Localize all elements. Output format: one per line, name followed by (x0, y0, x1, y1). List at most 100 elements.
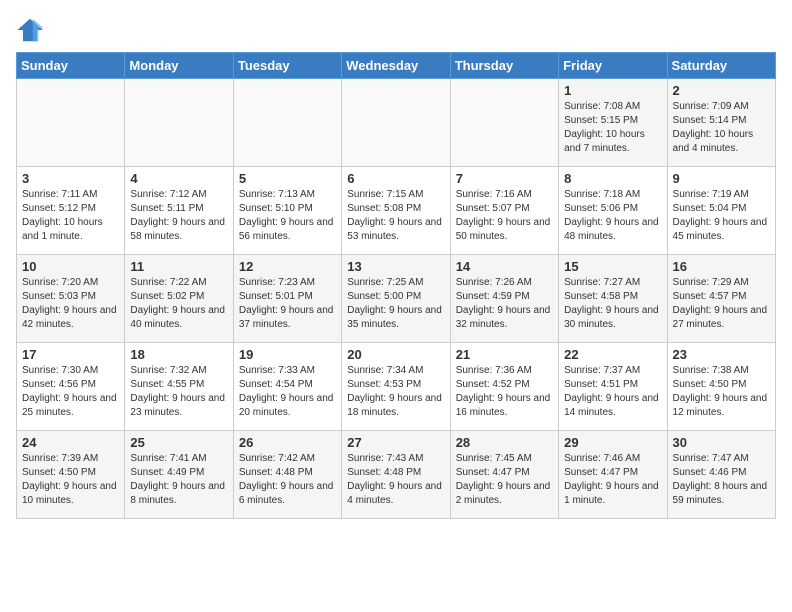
day-info: Sunrise: 7:39 AM Sunset: 4:50 PM Dayligh… (22, 452, 119, 508)
day-info: Sunrise: 7:43 AM Sunset: 4:48 PM Dayligh… (347, 452, 444, 508)
day-cell: 5 Sunrise: 7:13 AM Sunset: 5:10 PM Daylig… (233, 167, 341, 255)
day-cell (233, 79, 341, 167)
header-tuesday: Tuesday (233, 53, 341, 79)
day-info: Sunrise: 7:23 AM Sunset: 5:01 PM Dayligh… (239, 276, 336, 332)
day-cell: 6 Sunrise: 7:15 AM Sunset: 5:08 PM Daylig… (342, 167, 450, 255)
day-info: Sunrise: 7:45 AM Sunset: 4:47 PM Dayligh… (456, 452, 553, 508)
day-info: Sunrise: 7:13 AM Sunset: 5:10 PM Dayligh… (239, 188, 336, 244)
day-number: 4 (130, 171, 227, 186)
day-number: 1 (564, 83, 661, 98)
day-number: 28 (456, 435, 553, 450)
day-cell (342, 79, 450, 167)
day-info: Sunrise: 7:46 AM Sunset: 4:47 PM Dayligh… (564, 452, 661, 508)
day-cell: 28 Sunrise: 7:45 AM Sunset: 4:47 PM Dayli… (450, 431, 558, 519)
day-cell: 7 Sunrise: 7:16 AM Sunset: 5:07 PM Daylig… (450, 167, 558, 255)
day-cell: 25 Sunrise: 7:41 AM Sunset: 4:49 PM Dayli… (125, 431, 233, 519)
day-number: 20 (347, 347, 444, 362)
day-number: 27 (347, 435, 444, 450)
day-number: 25 (130, 435, 227, 450)
day-number: 10 (22, 259, 119, 274)
week-row-3: 10 Sunrise: 7:20 AM Sunset: 5:03 PM Dayli… (17, 255, 776, 343)
day-cell: 12 Sunrise: 7:23 AM Sunset: 5:01 PM Dayli… (233, 255, 341, 343)
day-cell: 13 Sunrise: 7:25 AM Sunset: 5:00 PM Dayli… (342, 255, 450, 343)
day-cell: 17Sunrise: 7:30 AM Sunset: 4:56 PM Dayli… (17, 343, 125, 431)
day-number: 7 (456, 171, 553, 186)
day-number: 6 (347, 171, 444, 186)
day-cell: 15 Sunrise: 7:27 AM Sunset: 4:58 PM Dayli… (559, 255, 667, 343)
day-info: Sunrise: 7:16 AM Sunset: 5:07 PM Dayligh… (456, 188, 553, 244)
header-sunday: Sunday (17, 53, 125, 79)
day-number: 24 (22, 435, 119, 450)
day-cell: 14 Sunrise: 7:26 AM Sunset: 4:59 PM Dayli… (450, 255, 558, 343)
day-number: 30 (673, 435, 770, 450)
day-number: 22 (564, 347, 661, 362)
day-info: Sunrise: 7:12 AM Sunset: 5:11 PM Dayligh… (130, 188, 227, 244)
day-cell: 26 Sunrise: 7:42 AM Sunset: 4:48 PM Dayli… (233, 431, 341, 519)
day-info: Sunrise: 7:33 AM Sunset: 4:54 PM Dayligh… (239, 364, 336, 420)
day-info: Sunrise: 7:11 AM Sunset: 5:12 PM Dayligh… (22, 188, 119, 244)
day-info: Sunrise: 7:41 AM Sunset: 4:49 PM Dayligh… (130, 452, 227, 508)
day-info: Sunrise: 7:26 AM Sunset: 4:59 PM Dayligh… (456, 276, 553, 332)
day-cell: 23Sunrise: 7:38 AM Sunset: 4:50 PM Dayli… (667, 343, 775, 431)
day-info: Sunrise: 7:22 AM Sunset: 5:02 PM Dayligh… (130, 276, 227, 332)
day-info: Sunrise: 7:09 AM Sunset: 5:14 PM Dayligh… (673, 100, 770, 156)
day-number: 9 (673, 171, 770, 186)
day-cell (125, 79, 233, 167)
day-cell: 9 Sunrise: 7:19 AM Sunset: 5:04 PM Daylig… (667, 167, 775, 255)
day-number: 14 (456, 259, 553, 274)
day-cell: 18 Sunrise: 7:32 AM Sunset: 4:55 PM Dayli… (125, 343, 233, 431)
day-cell: 11 Sunrise: 7:22 AM Sunset: 5:02 PM Dayli… (125, 255, 233, 343)
day-number: 18 (130, 347, 227, 362)
day-cell (450, 79, 558, 167)
day-info: Sunrise: 7:42 AM Sunset: 4:48 PM Dayligh… (239, 452, 336, 508)
day-number: 2 (673, 83, 770, 98)
day-number: 23 (673, 347, 770, 362)
day-cell: 30 Sunrise: 7:47 AM Sunset: 4:46 PM Dayli… (667, 431, 775, 519)
day-info: Sunrise: 7:37 AM Sunset: 4:51 PM Dayligh… (564, 364, 661, 420)
day-number: 12 (239, 259, 336, 274)
day-cell: 21 Sunrise: 7:36 AM Sunset: 4:52 PM Dayli… (450, 343, 558, 431)
logo (16, 16, 50, 44)
day-number: 3 (22, 171, 119, 186)
calendar-body: 1 Sunrise: 7:08 AM Sunset: 5:15 PM Daylig… (17, 79, 776, 519)
day-info: Sunrise: 7:25 AM Sunset: 5:00 PM Dayligh… (347, 276, 444, 332)
day-cell: 29 Sunrise: 7:46 AM Sunset: 4:47 PM Dayli… (559, 431, 667, 519)
day-cell: 2 Sunrise: 7:09 AM Sunset: 5:14 PM Daylig… (667, 79, 775, 167)
day-number: 21 (456, 347, 553, 362)
logo-icon (16, 16, 44, 44)
day-info: Sunrise: 7:08 AM Sunset: 5:15 PM Dayligh… (564, 100, 661, 156)
day-info: Sunrise: 7:19 AM Sunset: 5:04 PM Dayligh… (673, 188, 770, 244)
day-number: 29 (564, 435, 661, 450)
day-number: 13 (347, 259, 444, 274)
week-row-4: 17Sunrise: 7:30 AM Sunset: 4:56 PM Dayli… (17, 343, 776, 431)
day-number: 17 (22, 347, 119, 362)
day-number: 26 (239, 435, 336, 450)
day-info: Sunrise: 7:27 AM Sunset: 4:58 PM Dayligh… (564, 276, 661, 332)
day-number: 15 (564, 259, 661, 274)
day-info: Sunrise: 7:34 AM Sunset: 4:53 PM Dayligh… (347, 364, 444, 420)
day-number: 11 (130, 259, 227, 274)
day-info: Sunrise: 7:36 AM Sunset: 4:52 PM Dayligh… (456, 364, 553, 420)
day-cell: 1 Sunrise: 7:08 AM Sunset: 5:15 PM Daylig… (559, 79, 667, 167)
day-number: 5 (239, 171, 336, 186)
day-cell: 19Sunrise: 7:33 AM Sunset: 4:54 PM Dayli… (233, 343, 341, 431)
day-cell: 8 Sunrise: 7:18 AM Sunset: 5:06 PM Daylig… (559, 167, 667, 255)
day-number: 16 (673, 259, 770, 274)
day-cell: 10 Sunrise: 7:20 AM Sunset: 5:03 PM Dayli… (17, 255, 125, 343)
header-wednesday: Wednesday (342, 53, 450, 79)
day-info: Sunrise: 7:20 AM Sunset: 5:03 PM Dayligh… (22, 276, 119, 332)
day-info: Sunrise: 7:18 AM Sunset: 5:06 PM Dayligh… (564, 188, 661, 244)
day-info: Sunrise: 7:15 AM Sunset: 5:08 PM Dayligh… (347, 188, 444, 244)
header-saturday: Saturday (667, 53, 775, 79)
day-cell (17, 79, 125, 167)
page-header (16, 16, 776, 44)
header-friday: Friday (559, 53, 667, 79)
week-row-2: 3 Sunrise: 7:11 AM Sunset: 5:12 PM Daylig… (17, 167, 776, 255)
day-cell: 22 Sunrise: 7:37 AM Sunset: 4:51 PM Dayli… (559, 343, 667, 431)
day-cell: 16Sunrise: 7:29 AM Sunset: 4:57 PM Dayli… (667, 255, 775, 343)
day-cell: 3 Sunrise: 7:11 AM Sunset: 5:12 PM Daylig… (17, 167, 125, 255)
week-row-1: 1 Sunrise: 7:08 AM Sunset: 5:15 PM Daylig… (17, 79, 776, 167)
day-info: Sunrise: 7:32 AM Sunset: 4:55 PM Dayligh… (130, 364, 227, 420)
day-number: 8 (564, 171, 661, 186)
day-info: Sunrise: 7:47 AM Sunset: 4:46 PM Dayligh… (673, 452, 770, 508)
